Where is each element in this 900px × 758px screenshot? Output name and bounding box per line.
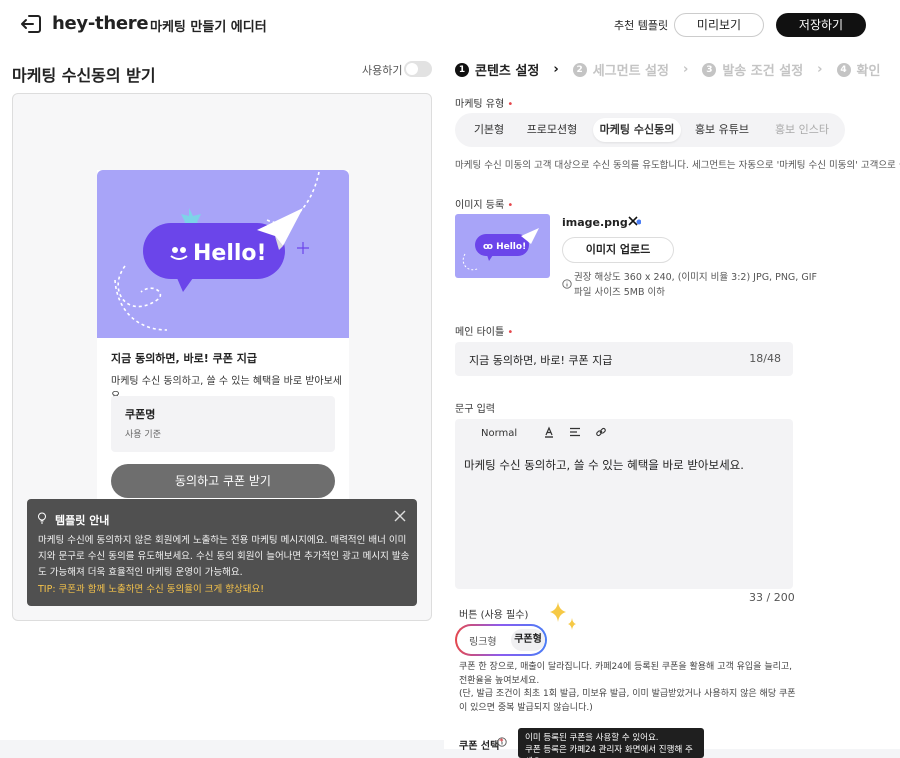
link-icon[interactable]: [595, 426, 607, 438]
align-icon[interactable]: [569, 426, 581, 438]
use-toggle-label: 사용하기: [362, 64, 403, 77]
main-title-count: 18/48: [749, 352, 781, 365]
text-input-label: 문구 입력: [455, 404, 495, 415]
image-upload-label: 이미지 등록 •: [455, 200, 514, 211]
preview-card: Hello! 지금 동의하면, 바로! 쿠폰 지급 마케팅 수신 동의하고, 쓸…: [97, 170, 349, 510]
type-basic[interactable]: 기본형: [461, 118, 517, 142]
use-toggle[interactable]: [404, 61, 432, 77]
type-description: 마케팅 수신 미동의 고객 대상으로 수신 동의를 유도합니다. 세그먼트는 자…: [455, 160, 900, 171]
recommended-template-link[interactable]: 추천 템플릿: [614, 17, 668, 33]
format-select[interactable]: Normal: [481, 428, 517, 439]
marketing-type-label: 마케팅 유형 •: [455, 99, 514, 110]
step-confirm[interactable]: 4 확인: [836, 60, 880, 79]
agree-coupon-button[interactable]: 동의하고 쿠폰 받기: [111, 464, 335, 498]
chevron-right-icon: ›: [817, 62, 823, 77]
guide-tip-highlight: TIP: 쿠폰과 함께 노출하면 수신 동의율이 크게 향상돼요!: [38, 584, 265, 595]
info-icon[interactable]: [497, 737, 507, 747]
image-filename: image.png: [562, 216, 628, 229]
chevron-right-icon: ›: [553, 62, 559, 77]
step-segment-settings[interactable]: 2 세그먼트 설정: [572, 60, 669, 79]
image-upload-button[interactable]: 이미지 업로드: [562, 237, 674, 263]
logo[interactable]: hey-there: [52, 13, 149, 34]
main-title-label: 메인 타이틀 •: [455, 327, 514, 338]
text-color-icon[interactable]: [543, 426, 555, 438]
marketing-type-selector: 기본형 프로모션형 마케팅 수신동의 홍보 유튜브 홍보 인스타: [455, 113, 845, 147]
coupon-card: 쿠폰명 사용 기준: [111, 396, 335, 452]
editor-content: 마케팅 수신 동의하고, 쓸 수 있는 혜택을 바로 받아보세요.: [464, 458, 744, 472]
image-recommendation: 권장 해상도 360 x 240, (이미지 비율 3:2) JPG, PNG,…: [574, 272, 817, 298]
info-icon: [562, 279, 572, 289]
lightbulb-icon: [38, 512, 46, 524]
preview-button[interactable]: 미리보기: [674, 13, 764, 37]
banner-image: Hello!: [97, 170, 349, 338]
panel-bottom: [0, 740, 444, 749]
main-title-value: 지금 동의하면, 바로! 쿠폰 지급: [469, 354, 613, 367]
page-title: 마케팅 수신동의 받기: [12, 66, 156, 85]
top-bar: hey-there 마케팅 만들기 에디터 추천 템플릿 미리보기 저장하기: [0, 0, 900, 48]
button-type-label: 버튼 (사용 필수): [459, 610, 529, 621]
guide-body: 마케팅 수신에 동의하지 않은 회원에게 노출하는 전용 마케팅 메시지에요. …: [38, 535, 410, 578]
button-type-selector: 링크형 쿠폰형: [455, 624, 547, 656]
chevron-right-icon: ›: [682, 62, 689, 77]
coupon-description: 쿠폰 한 장으로, 매출이 달라집니다. 카페24에 등록된 쿠폰을 활용해 고…: [459, 662, 796, 713]
editor-char-count: 33 / 200: [749, 591, 795, 604]
hello-illustration: Hello!: [114, 171, 320, 331]
banner-hello-text: Hello!: [193, 241, 267, 266]
close-icon[interactable]: [393, 509, 407, 523]
svg-text:ꝏ Hello!: ꝏ Hello!: [483, 242, 526, 252]
step-content-settings[interactable]: 1 콘텐츠 설정: [455, 60, 539, 79]
type-promo-instagram[interactable]: 홍보 인스타: [767, 118, 837, 142]
coupon-basis: 사용 기준: [125, 430, 161, 440]
button-type-link[interactable]: 링크형: [469, 633, 497, 648]
coupon-select-tooltip: 이미 등록된 쿠폰을 사용할 수 있어요. 쿠폰 등록은 카페24 관리자 화면…: [518, 728, 704, 758]
remove-image-icon[interactable]: [627, 215, 641, 229]
step-send-conditions[interactable]: 3 발송 조건 설정: [702, 60, 803, 79]
guide-title: 템플릿 안내: [55, 514, 110, 527]
type-promo-youtube[interactable]: 홍보 유튜브: [687, 118, 757, 142]
type-marketing-consent[interactable]: 마케팅 수신동의: [593, 118, 681, 142]
main-title-input[interactable]: 지금 동의하면, 바로! 쿠폰 지급 18/48: [455, 342, 793, 376]
coupon-name: 쿠폰명: [125, 408, 156, 421]
template-guide-tooltip: 템플릿 안내 마케팅 수신에 동의하지 않은 회원에게 노출하는 전용 마케팅 …: [27, 499, 417, 606]
text-editor[interactable]: Normal 마케팅 수신 동의하고, 쓸 수 있는 혜택을 바로 받아보세요.: [455, 419, 793, 589]
image-thumbnail: ꝏ Hello!: [455, 214, 550, 278]
preview-main-title: 지금 동의하면, 바로! 쿠폰 지급: [111, 352, 257, 365]
step-indicator: 1 콘텐츠 설정 › 2 세그먼트 설정 › 3 발송 조건 설정 › 4 확인: [455, 60, 880, 79]
sparkle-icon: [550, 602, 576, 630]
logout-icon[interactable]: [20, 14, 42, 34]
type-promotion[interactable]: 프로모션형: [519, 118, 585, 142]
editor-title: 마케팅 만들기 에디터: [150, 20, 267, 35]
button-type-coupon[interactable]: 쿠폰형: [511, 629, 545, 651]
save-button[interactable]: 저장하기: [776, 13, 866, 37]
